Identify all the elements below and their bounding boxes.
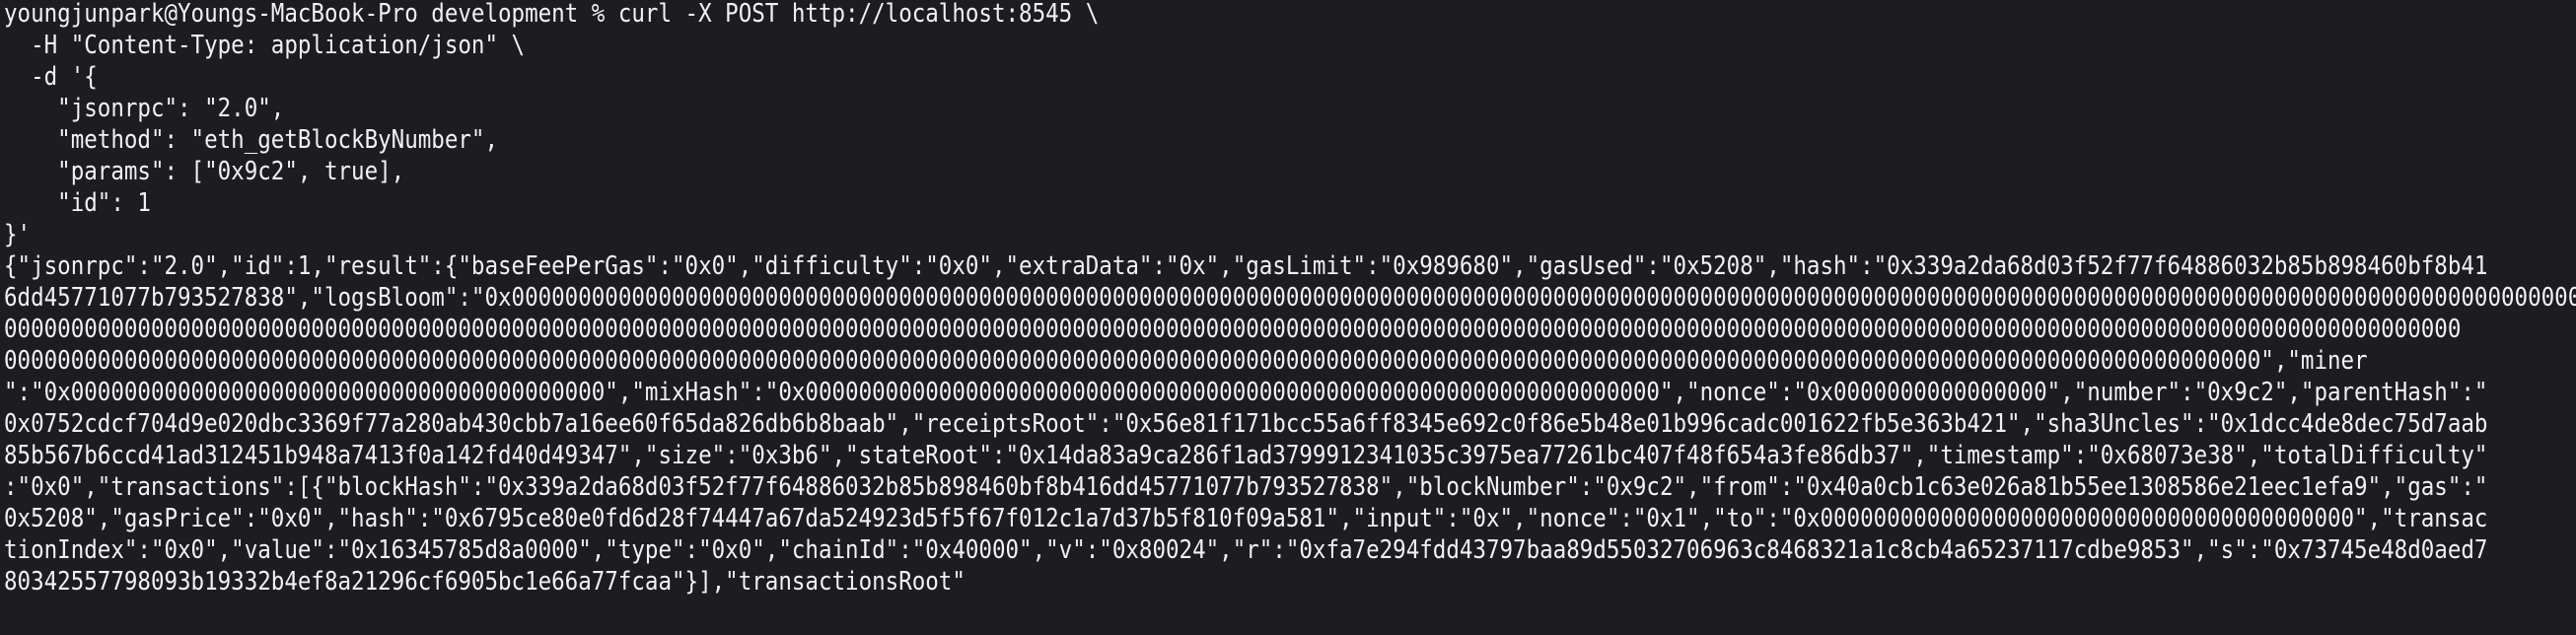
terminal-line-close: }'	[4, 220, 32, 249]
terminal-output-line: 0000000000000000000000000000000000000000…	[4, 346, 2368, 376]
terminal-line-header-arg: -H "Content-Type: application/json" \	[4, 31, 526, 60]
terminal-output-line: 85b567b6ccd41ad312451b948a7413f0a142fd40…	[4, 441, 2488, 470]
terminal-line-method: "method": "eth_getBlockByNumber",	[4, 125, 498, 155]
terminal-line-prompt-command: youngjunpark@Youngs-MacBook-Pro developm…	[4, 0, 1100, 29]
terminal-output-line: {"jsonrpc":"2.0","id":1,"result":{"baseF…	[4, 251, 2488, 281]
terminal-output-line: :"0x0","transactions":[{"blockHash":"0x3…	[4, 472, 2488, 502]
terminal-line-params: "params": ["0x9c2", true],	[4, 157, 405, 186]
terminal-output-line: 0x0752cdcf704d9e020dbc3369f77a280ab430cb…	[4, 409, 2488, 439]
terminal-line-jsonrpc: "jsonrpc": "2.0",	[4, 94, 285, 123]
terminal-output-line: ":"0x00000000000000000000000000000000000…	[4, 378, 2488, 407]
terminal-line-id: "id": 1	[4, 188, 151, 218]
terminal-output-line: 6dd45771077b793527838","logsBloom":"0x00…	[4, 283, 2576, 313]
terminal-output-line: 80342557798093b19332b4ef8a21296cf6905bc1…	[4, 567, 966, 597]
terminal-line-data-arg: -d '{	[4, 62, 98, 92]
terminal-output-line: tionIndex":"0x0","value":"0x16345785d8a0…	[4, 535, 2488, 565]
terminal-output-line: 0000000000000000000000000000000000000000…	[4, 315, 2462, 344]
terminal-window[interactable]: youngjunpark@Youngs-MacBook-Pro developm…	[0, 0, 2576, 635]
terminal-output-line: 0x5208","gasPrice":"0x0","hash":"0x6795c…	[4, 504, 2488, 533]
